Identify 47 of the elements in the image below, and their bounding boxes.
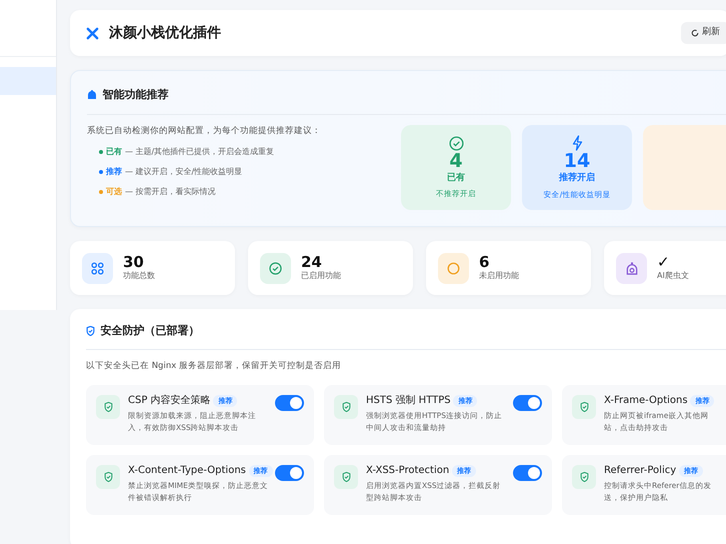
feature-name: CSP 内容安全策略 xyxy=(128,394,211,408)
shield-icon xyxy=(342,472,350,482)
section-title: 智能功能推荐 xyxy=(102,86,168,103)
shield-icon xyxy=(104,402,112,412)
legend-text: — 建议开启，安全/性能收益明显 xyxy=(125,166,242,178)
stat-value: 6 xyxy=(479,254,490,270)
shield-icon xyxy=(86,326,95,336)
stat-value: 30 xyxy=(123,254,145,270)
circle-icon xyxy=(447,262,460,274)
shield-icon xyxy=(342,402,350,412)
check-circle-icon xyxy=(448,136,464,151)
page-title: 沐颜小栈优化插件 xyxy=(109,24,221,42)
grid-icon xyxy=(91,262,104,274)
section-note: 以下安全头已在 Nginx 服务器层部署，保留开关可控制是否启用 xyxy=(86,360,342,372)
summary-label: 推荐开启 xyxy=(559,172,595,186)
feature-name: X-XSS-Protection xyxy=(366,464,450,478)
stat-label: 未启用功能 xyxy=(479,270,519,282)
toggle-switch[interactable] xyxy=(275,395,304,412)
summary-count: 4 xyxy=(449,150,463,172)
feature-name: Referrer-Policy xyxy=(604,464,676,478)
summary-count: 14 xyxy=(564,151,590,172)
shield-icon xyxy=(580,402,588,412)
refresh-button[interactable]: 刷新 xyxy=(681,22,726,44)
legend-tag: 已有 xyxy=(106,146,122,158)
legend-text: — 主题/其他插件已提供，开启会造成重复 xyxy=(125,146,274,158)
lightning-icon xyxy=(570,135,584,152)
check-circle-icon xyxy=(269,262,282,274)
shield-icon xyxy=(104,472,112,482)
legend-tag: 推荐 xyxy=(106,166,122,178)
legend-text: — 按需开启，看实际情况 xyxy=(125,186,216,198)
summary-label: 已有 xyxy=(447,172,465,185)
section-title: 安全防护（已部署） xyxy=(100,323,200,339)
toggle-switch[interactable] xyxy=(275,465,304,482)
stat-value: 24 xyxy=(301,254,323,270)
feature-name: X-Frame-Options xyxy=(604,394,688,408)
toggle-switch[interactable] xyxy=(513,395,542,412)
refresh-icon xyxy=(691,29,700,37)
feature-name: X-Content-Type-Options xyxy=(128,464,246,478)
legend-tag: 可选 xyxy=(106,186,122,198)
stat-value: ✓ xyxy=(657,254,671,270)
toggle-switch[interactable] xyxy=(513,465,542,482)
stat-label: 功能总数 xyxy=(123,270,155,282)
stat-label: AI爬虫文 xyxy=(657,270,689,282)
stat-label: 已启用功能 xyxy=(301,270,341,282)
feature-name: HSTS 强制 HTTPS xyxy=(366,394,451,408)
intro-text: 系统已自动检测你的网站配置，为每个功能提供推荐建议： xyxy=(87,125,322,138)
shield-icon xyxy=(580,472,588,482)
